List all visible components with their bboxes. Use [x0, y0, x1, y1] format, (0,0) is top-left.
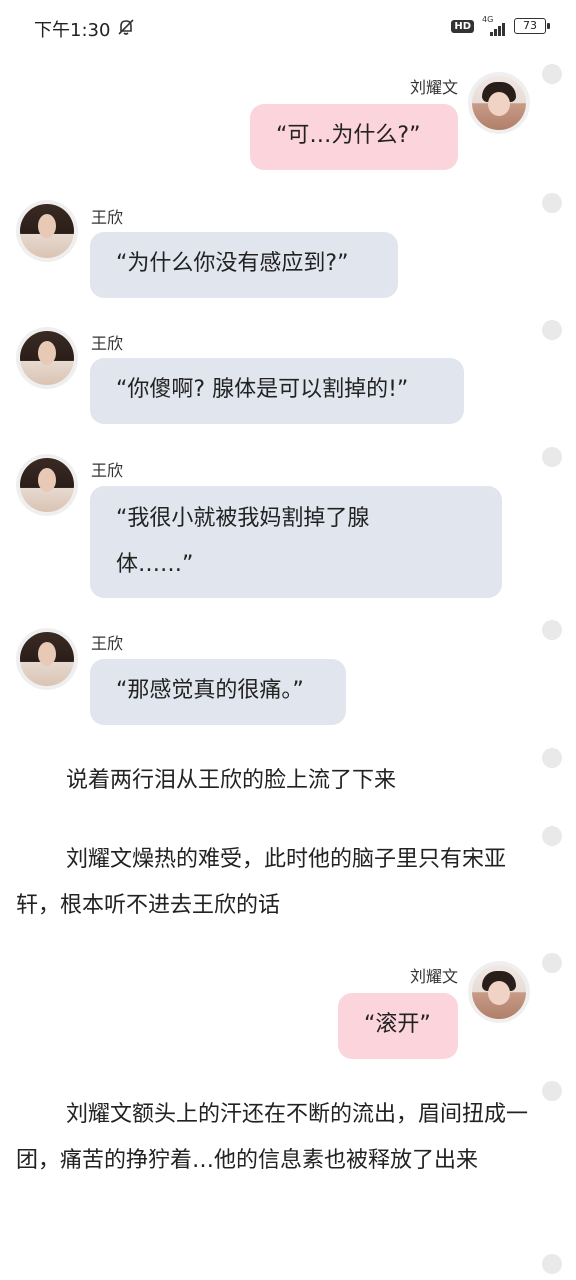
- speaker-name: 王欣: [91, 208, 124, 227]
- avatar[interactable]: [468, 961, 530, 1023]
- scroll-dot: [542, 193, 562, 213]
- signal-icon: 4G: [482, 16, 506, 36]
- avatar[interactable]: [16, 628, 78, 690]
- status-icons: HD 4G 73: [451, 16, 550, 36]
- scroll-dot: [542, 826, 562, 846]
- speaker-name: 刘耀文: [409, 78, 458, 97]
- message-bubble: “可…为什么?”: [250, 104, 458, 170]
- message-text: “可…为什么?”: [276, 123, 421, 148]
- avatar[interactable]: [16, 454, 78, 516]
- scroll-dot: [542, 620, 562, 640]
- avatar[interactable]: [16, 200, 78, 262]
- message-text-line: “我很小就被我妈割掉了腺: [116, 506, 370, 531]
- scroll-dot: [542, 64, 562, 84]
- message-text: “滚开”: [364, 1012, 431, 1037]
- scroll-dot: [542, 1254, 562, 1274]
- message-text: “为什么你没有感应到?”: [116, 251, 349, 276]
- scroll-dot: [542, 748, 562, 768]
- speaker-name: 王欣: [91, 334, 124, 353]
- status-bar: 下午1:30 HD 4G 73: [0, 0, 576, 56]
- avatar[interactable]: [16, 327, 78, 389]
- battery-icon: 73: [514, 18, 550, 34]
- narration-paragraph: 说着两行泪从王欣的脸上流了下来: [66, 768, 397, 793]
- message-bubble: “为什么你没有感应到?”: [90, 232, 398, 298]
- narration-paragraph: 刘耀文燥热的难受，此时他的脑子里只有宋亚轩，根本听不进去王欣的话: [16, 847, 507, 918]
- message-text: “那感觉真的很痛。”: [116, 678, 304, 703]
- message-bubble: “那感觉真的很痛。”: [90, 659, 346, 725]
- scroll-dot: [542, 447, 562, 467]
- message-bubble: “你傻啊? 腺体是可以割掉的!”: [90, 358, 464, 424]
- avatar[interactable]: [468, 72, 530, 134]
- message-bubble: “滚开”: [338, 993, 458, 1059]
- speaker-name: 王欣: [91, 461, 124, 480]
- scroll-dot: [542, 953, 562, 973]
- bell-off-icon: [118, 19, 134, 35]
- message-text: “你傻啊? 腺体是可以割掉的!”: [116, 377, 409, 402]
- message-bubble: “我很小就被我妈割掉了腺 体……”: [90, 486, 502, 598]
- hd-icon: HD: [451, 19, 474, 33]
- message-text-line: 体……”: [116, 552, 194, 577]
- status-time: 下午1:30: [34, 20, 111, 41]
- speaker-name: 刘耀文: [409, 967, 458, 986]
- narration-paragraph: 刘耀文额头上的汗还在不断的流出，眉间扭成一团，痛苦的挣狞着…他的信息素也被释放了…: [16, 1102, 529, 1173]
- scroll-dot: [542, 1081, 562, 1101]
- scroll-dot: [542, 320, 562, 340]
- speaker-name: 王欣: [91, 634, 124, 653]
